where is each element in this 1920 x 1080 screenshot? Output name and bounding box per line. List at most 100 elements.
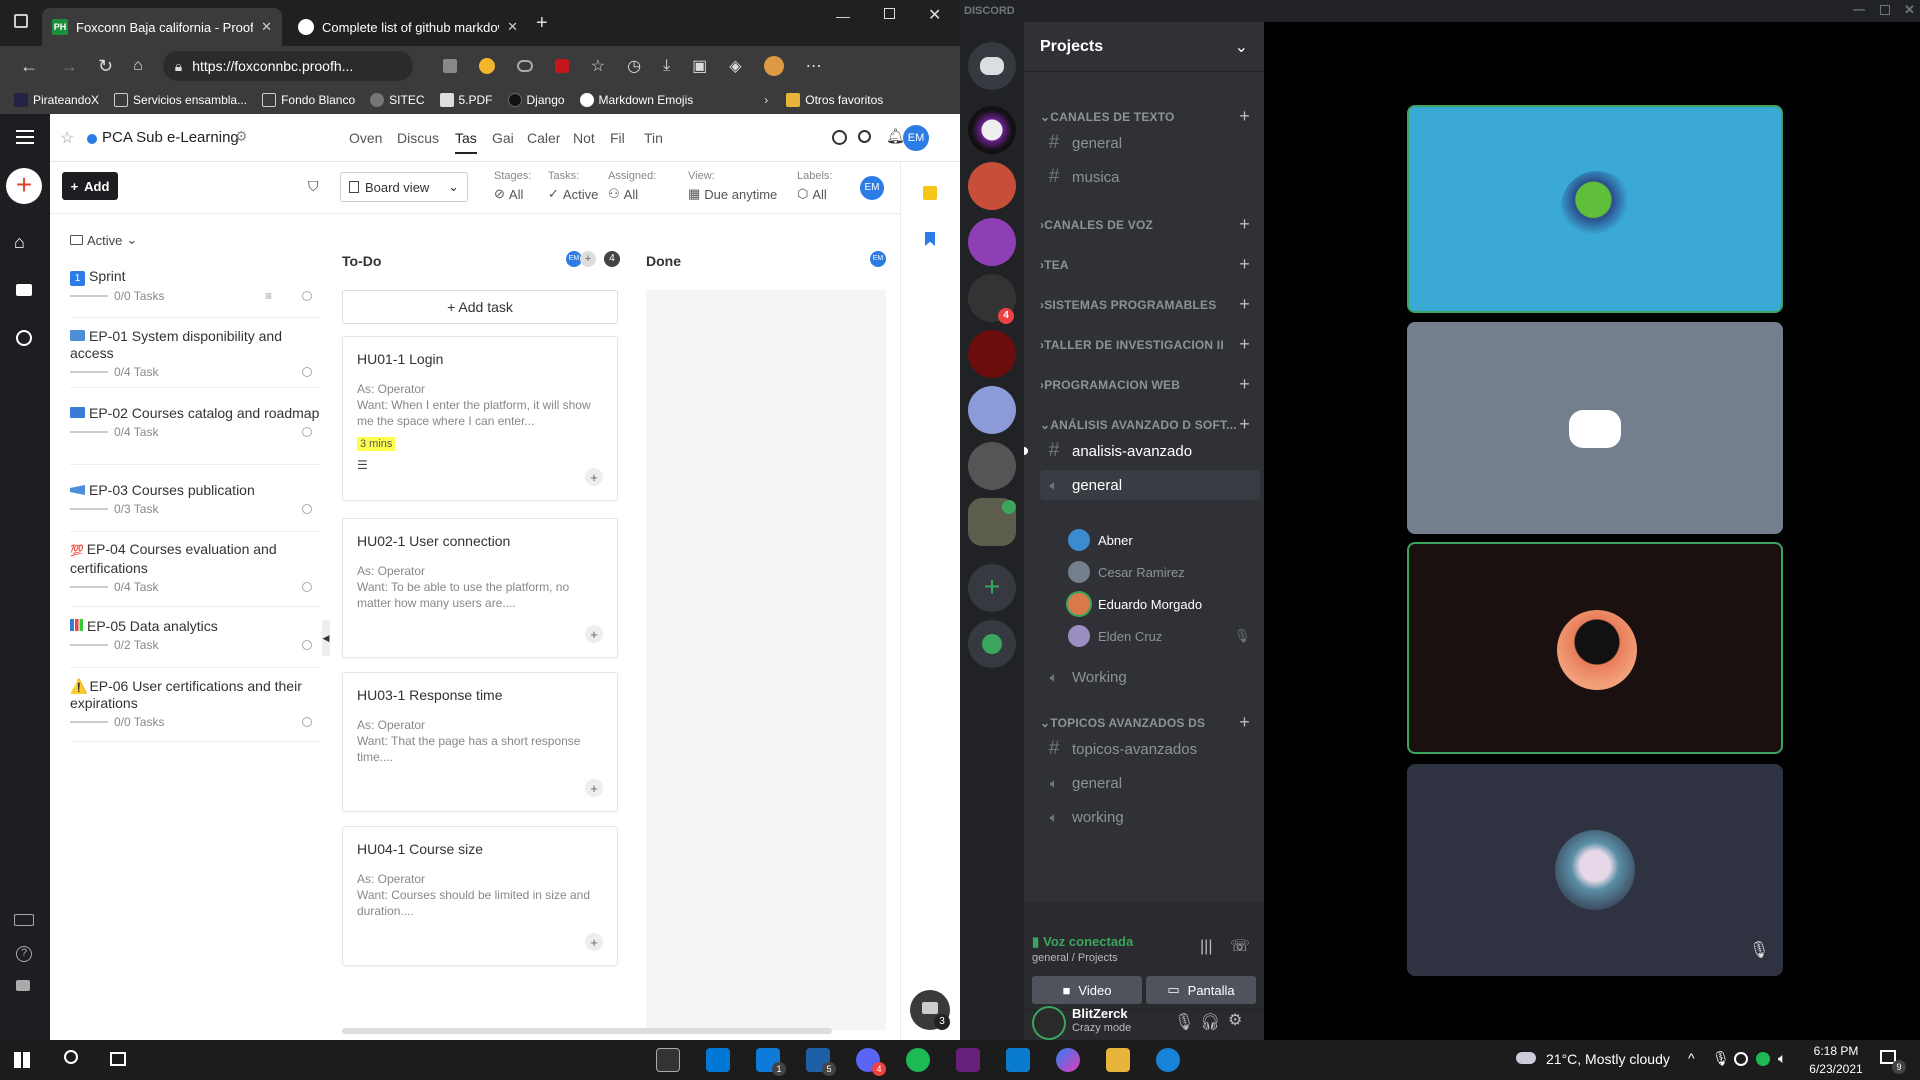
epic-item[interactable]: EP-02 Courses catalog and roadmap 0/4 Ta… [70,405,320,465]
projects-folder-icon[interactable] [16,284,32,296]
server-header[interactable]: Projects ⌄ [1024,22,1264,72]
close-tab-icon[interactable]: ✕ [261,19,272,35]
collapse-sidebar-handle[interactable]: ◀ [322,620,330,656]
home-icon[interactable]: ⌂ [14,232,25,253]
profile-avatar[interactable] [763,56,784,76]
chat-icon[interactable] [16,980,30,991]
terminal-icon[interactable] [656,1048,680,1072]
video-tile[interactable]: 🎙︎ [1407,764,1783,976]
horizontal-scrollbar[interactable] [342,1028,832,1034]
add-channel-icon[interactable]: + [1239,214,1250,235]
favorite-item[interactable]: Servicios ensambla... [114,93,247,107]
add-channel-icon[interactable]: + [1239,294,1250,315]
shield-icon[interactable]: ◈ [729,56,741,76]
active-filter-dropdown[interactable]: Active ⌄ [70,232,137,248]
headphones-icon[interactable]: 🎧︎ [1200,1012,1220,1032]
search-icon[interactable] [858,130,871,143]
nav-discussions[interactable]: Discus [397,130,439,146]
category-canales-texto[interactable]: ⌄ CANALES DE TEXTO + [1040,106,1250,127]
back-icon[interactable]: ← [20,56,38,77]
chat-bubble-button[interactable]: 3 [910,990,950,1030]
security-shield-icon[interactable] [1734,1052,1748,1066]
chevron-up-icon[interactable]: ^ [1688,1050,1695,1066]
refresh-icon[interactable]: ↻ [98,56,113,77]
user-avatar[interactable] [1034,1008,1064,1038]
video-tile[interactable] [1407,542,1783,754]
check-circle-icon[interactable] [832,130,847,145]
nav-calendar[interactable]: Caler [527,130,560,146]
board-view-select[interactable]: Board view ⌄ [340,172,468,202]
favorite-item[interactable]: Markdown Emojis [579,93,693,107]
user-avatar[interactable]: EM [903,125,929,151]
explore-servers-button[interactable] [968,620,1016,668]
microphone-icon[interactable]: 🎙︎ [1174,1012,1194,1032]
category-programacion-web[interactable]: › PROGRAMACION WEB + [1040,374,1250,395]
voice-user[interactable]: Abner [1068,529,1133,551]
volume-icon[interactable]: 🔈︎ [1778,1050,1786,1067]
tab-github[interactable]: Complete list of github markdow ✕ [288,8,528,46]
member-avatar[interactable]: EM [860,176,884,200]
add-channel-icon[interactable]: + [1239,712,1250,733]
noise-suppression-icon[interactable]: ||| [1200,938,1212,956]
video-tile[interactable] [1407,105,1783,313]
glasses-extension-icon[interactable] [516,60,533,72]
project-title[interactable]: PCA Sub e-Learning [102,129,239,146]
file-explorer-icon[interactable] [1106,1048,1130,1072]
other-favorites[interactable]: Otros favoritos [786,93,883,107]
add-subtask-icon[interactable]: + [585,625,603,643]
server-icon[interactable] [968,386,1016,434]
emoji-extension-icon[interactable] [478,58,495,74]
spotify-tray-icon[interactable] [1756,1052,1770,1066]
epic-item[interactable]: ⚠️ EP-06 User certifications and their ex… [70,678,320,742]
help-icon[interactable]: ? [16,946,32,962]
nav-notes[interactable]: Not [573,130,595,146]
tasks-filter[interactable]: ✓ Active [548,186,598,202]
clock-time[interactable]: 6:18 PM [1806,1044,1866,1058]
nav-files[interactable]: Fil [610,130,625,146]
voice-user[interactable]: Cesar Ramirez [1068,561,1185,583]
channel-general[interactable]: # general [1040,128,1260,158]
nav-tasks[interactable]: Tas [455,130,477,154]
task-card[interactable]: HU04-1 Course size As: Operator Want: Co… [342,826,618,966]
home-button[interactable] [968,42,1016,90]
favorite-item[interactable]: PirateandoX [14,93,99,107]
add-button[interactable]: + Add [62,172,118,200]
epic-item[interactable]: 💯 EP-04 Courses evaluation and certificat… [70,541,320,607]
voice-user[interactable]: Elden Cruz [1068,625,1162,647]
microphone-icon[interactable]: 🎙︎ [1712,1050,1730,1067]
add-subtask-icon[interactable]: + [585,779,603,797]
voice-channel-working[interactable]: 🔈︎ Working [1040,662,1260,692]
server-icon[interactable] [968,162,1016,210]
channel-musica[interactable]: # musica [1040,162,1260,192]
download-icon[interactable]: ⤓ [663,57,670,75]
category-sistemas[interactable]: › SISTEMAS PROGRAMABLES + [1040,294,1250,315]
voice-channel-general-2[interactable]: 🔈︎ general [1040,768,1260,798]
add-subtask-icon[interactable]: + [585,468,603,486]
add-channel-icon[interactable]: + [1239,414,1250,435]
vscode-icon[interactable] [1006,1048,1030,1072]
nav-overview[interactable]: Oven [349,130,382,146]
minimize-icon[interactable]: — [1853,2,1865,16]
weather-text[interactable]: 21°C, Mostly cloudy [1546,1051,1670,1067]
home-icon[interactable]: ⌂ [133,57,143,75]
channel-analisis-avanzado[interactable]: # analisis-avanzado [1040,436,1260,466]
add-subtask-icon[interactable]: + [585,933,603,951]
forward-icon[interactable]: → [60,56,78,77]
more-icon[interactable]: ⋯ [806,56,822,76]
view-filter[interactable]: ▦ Due anytime [688,186,777,202]
ublock-icon[interactable] [554,59,569,73]
task-card[interactable]: HU02-1 User connection As: Operator Want… [342,518,618,658]
category-tea[interactable]: › TEA + [1040,254,1250,275]
url-field[interactable]: 🔒︎ https://foxconnbc.proofh... [162,51,413,81]
close-window-icon[interactable]: ✕ [1904,2,1915,18]
maximize-icon[interactable] [884,8,895,19]
settings-gear-icon[interactable]: ⚙ [235,128,248,145]
nav-gantt[interactable]: Gai [492,130,514,146]
voice-user[interactable]: Eduardo Morgado [1068,593,1202,615]
messenger-icon[interactable] [1056,1048,1080,1072]
maximize-icon[interactable] [1880,5,1890,15]
assigned-filter[interactable]: ⚇ All [608,186,638,202]
collections-icon[interactable]: ▣ [692,56,707,76]
edge-icon[interactable] [1156,1048,1180,1072]
close-tab-icon[interactable]: ✕ [507,19,518,35]
